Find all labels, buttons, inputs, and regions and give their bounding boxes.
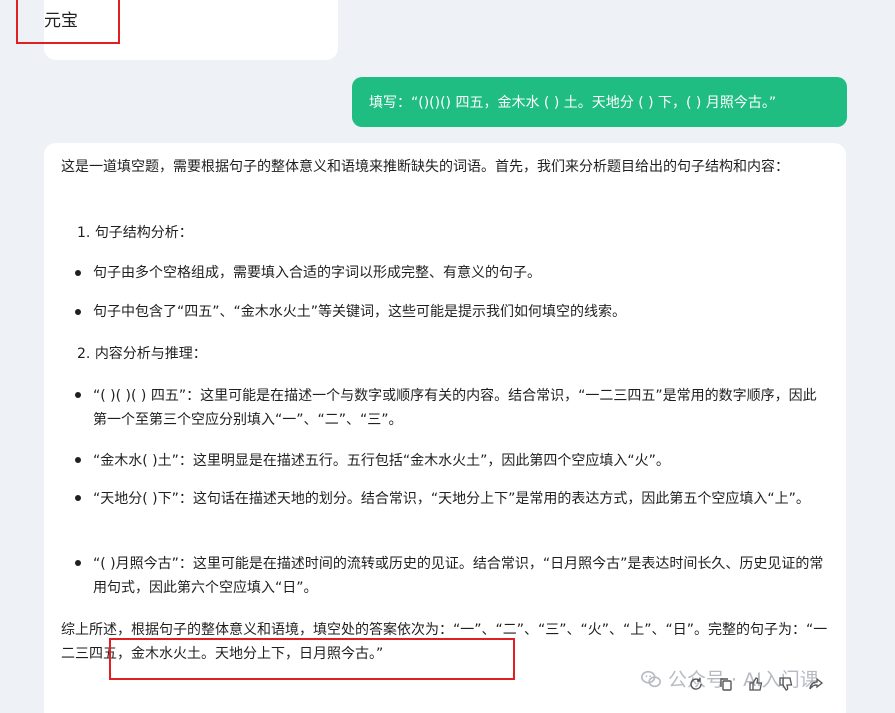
list-item: “( )( )( ) 四五”：这里可能是在描述一个与数字或顺序有关的内容。结合常… [93, 388, 817, 428]
section2-title: 内容分析与推理： [94, 346, 207, 362]
thumbs-up-icon[interactable] [748, 676, 764, 692]
highlight-box-top [16, 0, 120, 44]
copy-icon[interactable] [718, 676, 734, 692]
section1-number: 1. [77, 225, 91, 241]
bullet-dot [75, 495, 81, 501]
bullet-dot [75, 270, 81, 276]
share-icon[interactable] [808, 676, 824, 692]
section1-title: 句子结构分析： [94, 225, 193, 241]
refresh-icon[interactable] [688, 676, 704, 692]
section2-number: 2. [77, 346, 91, 362]
list-item: 句子由多个空格组成，需要填入合适的字词以形成完整、有意义的句子。 [93, 265, 541, 281]
list-item: “天地分( )下”：这句话在描述天地的划分。结合常识，“天地分上下”是常用的表达… [93, 491, 810, 507]
bullet-dot [75, 309, 81, 315]
wechat-icon [641, 670, 661, 687]
highlight-box-answer [109, 638, 515, 680]
thumbs-down-icon[interactable] [778, 676, 794, 692]
list-item: “( )月照今古”：这里可能是在描述时间的流转或历史的见证。结合常识，“日月照今… [93, 556, 824, 596]
user-message-bubble: 填写：“()()() 四五，金木水 ( ) 土。天地分 ( ) 下，( ) 月照… [352, 77, 847, 127]
list-item: “金木水( )土”：这里明显是在描述五行。五行包括“金木水火土”，因此第四个空应… [93, 453, 670, 469]
message-toolbar [688, 676, 824, 692]
list-item: 句子中包含了“四五”、“金木水火土”等关键词，这些可能是提示我们如何填空的线索。 [93, 304, 627, 320]
bullet-dot [75, 392, 81, 398]
section1-heading: 1. 句子结构分析： [77, 221, 193, 245]
section2-heading: 2. 内容分析与推理： [77, 342, 207, 366]
user-message-text: 填写：“()()() 四五，金木水 ( ) 土。天地分 ( ) 下，( ) 月照… [369, 95, 777, 111]
answer-intro: 这是一道填空题，需要根据句子的整体意义和语境来推断缺失的词语。首先，我们来分析题… [61, 159, 789, 175]
bullet-dot [75, 560, 81, 566]
bullet-dot [75, 457, 81, 463]
assistant-answer-card: 这是一道填空题，需要根据句子的整体意义和语境来推断缺失的词语。首先，我们来分析题… [44, 143, 846, 713]
